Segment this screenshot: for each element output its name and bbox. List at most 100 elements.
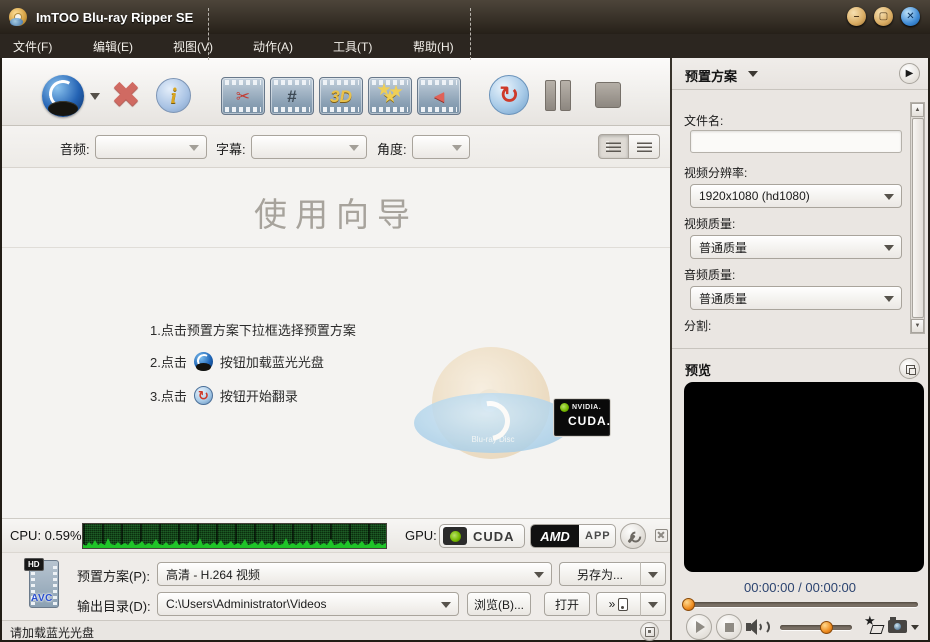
chapter-split-button[interactable]: # [270, 77, 314, 115]
gpu-label: GPU: [405, 528, 437, 543]
volume-icon[interactable] [746, 619, 770, 635]
clip-button[interactable]: ✂ [221, 77, 265, 115]
save-as-dropdown-button[interactable] [640, 562, 666, 586]
video-quality-select[interactable]: 普通质量 [690, 235, 902, 259]
nvidia-eye-icon [449, 530, 461, 542]
app-logo-icon [9, 8, 27, 26]
stop-button[interactable] [595, 82, 621, 108]
save-as-button[interactable]: 另存为... [559, 562, 640, 586]
stop-preview-button[interactable] [716, 614, 742, 640]
seek-knob[interactable] [682, 598, 695, 611]
gpu-settings-button[interactable] [620, 523, 646, 549]
start-rip-button[interactable]: ↻ [489, 75, 529, 115]
device-icon [618, 597, 629, 611]
chevron-down-icon [648, 601, 658, 613]
minimize-button[interactable]: – [847, 7, 866, 26]
transfer-dropdown-button[interactable] [640, 592, 666, 616]
3d-icon: 3D [330, 86, 352, 106]
volume-knob[interactable] [820, 621, 833, 634]
scroll-up-icon[interactable]: ▲ [911, 103, 924, 117]
chapter-icon: # [287, 86, 297, 106]
menu-help[interactable]: 帮助(H) [413, 38, 493, 55]
remove-button[interactable]: ✖ [104, 72, 148, 118]
preset-panel-title: 预置方案 [685, 69, 738, 84]
playback-time: 00:00:00 / 00:00:00 [743, 580, 857, 595]
settings-scrollbar[interactable]: ▲ ▼ [910, 102, 925, 334]
crop-button[interactable]: ◄ [417, 77, 461, 115]
load-bluray-disc-button[interactable] [42, 75, 84, 117]
status-bar: 请加载蓝光光盘 [2, 620, 670, 641]
wizard-step-3: 3.点击 ↻ 按钮开始翻录 [150, 386, 298, 405]
menu-file[interactable]: 文件(F) [13, 38, 93, 55]
play-button[interactable] [686, 614, 712, 640]
cpu-activity-meter [82, 523, 387, 549]
preset-select[interactable]: 高清 - H.264 视频 [157, 562, 552, 586]
maximize-button[interactable]: ▢ [874, 7, 893, 26]
snapshot-manage-icon[interactable]: ★ [864, 613, 884, 636]
detach-preview-button[interactable] [899, 358, 920, 379]
info-button[interactable]: i [156, 78, 191, 113]
open-button[interactable]: 打开 [544, 592, 590, 616]
bluray-logo-watermark: Blu-ray Disc [414, 393, 572, 453]
browse-button[interactable]: 浏览(B)... [467, 592, 531, 616]
resolution-select[interactable]: 1920x1080 (hd1080) [690, 184, 902, 208]
menu-tools[interactable]: 工具(T) [333, 38, 413, 55]
status-panel-toggle-icon[interactable] [640, 622, 659, 641]
subtitle-select[interactable] [251, 135, 367, 159]
3d-convert-button[interactable]: 3D [319, 77, 363, 115]
amd-app-toggle-badge[interactable]: AMD APP [530, 524, 616, 548]
seek-slider[interactable] [686, 602, 918, 607]
hd-avc-format-icon: HD AVC [24, 558, 64, 610]
scroll-down-icon[interactable]: ▼ [911, 319, 924, 333]
filename-input[interactable] [690, 130, 902, 153]
menu-view[interactable]: 视图(V) [173, 38, 253, 55]
snapshot-dropdown-icon[interactable] [911, 625, 919, 634]
stop-icon [724, 622, 734, 632]
nvidia-cuda-badge: NVIDIA. CUDA. [553, 398, 611, 437]
wizard-step-2: 2.点击 按钮加载蓝光光盘 [150, 352, 324, 371]
video-quality-label: 视频质量: [684, 217, 736, 231]
caret-down-icon[interactable] [748, 71, 758, 82]
effects-button[interactable]: ★ [368, 77, 412, 115]
status-message: 请加载蓝光光盘 [10, 626, 95, 640]
pause-button-bar2[interactable] [560, 80, 571, 111]
close-button[interactable]: ✕ [901, 7, 920, 26]
chevron-down-icon [884, 194, 894, 205]
app-window: ImTOO Blu-ray Ripper SE – ▢ ✕ 文件(F) 编辑(E… [0, 0, 930, 642]
load-bluray-dropdown-icon[interactable] [90, 93, 100, 105]
audio-quality-select[interactable]: 普通质量 [690, 286, 902, 310]
menu-edit[interactable]: 编辑(E) [93, 38, 173, 55]
scissors-icon: ✂ [235, 86, 251, 106]
subtitle-label: 字幕: [216, 142, 246, 157]
preview-video-area [684, 382, 924, 572]
collapse-panel-button[interactable]: ▶ [899, 63, 920, 84]
menu-action[interactable]: 动作(A) [253, 38, 333, 55]
menu-bar: 文件(F) 编辑(E) 视图(V) 动作(A) 工具(T) 帮助(H) [0, 34, 930, 58]
amd-logo: AMD [531, 525, 579, 547]
angle-select[interactable] [412, 135, 470, 159]
rip-icon: ↻ [193, 386, 213, 405]
close-performance-bar-icon[interactable] [655, 529, 668, 542]
performance-bar: CPU: 0.59% GPU: CUDA AMD APP [2, 518, 670, 552]
transfer-to-device-button[interactable]: » [596, 592, 640, 616]
audio-select[interactable] [95, 135, 207, 159]
title-bar: ImTOO Blu-ray Ripper SE – ▢ ✕ [0, 0, 930, 34]
output-dir-select[interactable]: C:\Users\Administrator\Videos [157, 592, 459, 616]
pause-button[interactable] [545, 80, 556, 111]
volume-slider[interactable] [780, 625, 852, 630]
camera-snapshot-icon[interactable] [888, 617, 907, 633]
chevron-down-icon [189, 145, 199, 156]
scrollbar-thumb[interactable] [911, 118, 924, 318]
detail-view-toggle[interactable] [598, 134, 629, 159]
crop-arrow-icon: ◄ [430, 86, 448, 106]
cpu-usage-label: CPU: 0.59% [10, 528, 82, 543]
wrench-icon [625, 528, 642, 545]
play-icon [696, 621, 705, 633]
chevron-down-icon [884, 245, 894, 256]
simple-view-toggle[interactable] [629, 134, 660, 159]
cuda-toggle-badge[interactable]: CUDA [439, 524, 525, 548]
wizard-area: 使用向导 1.点击预置方案下拉框选择预置方案 2.点击 按钮加载蓝光光盘 3.点… [2, 168, 670, 518]
resolution-label: 视频分辨率: [684, 166, 748, 180]
preset-panel: 预置方案 ▶ 文件名: 视频分辨率: 1920x1080 (hd1080) 视频… [670, 58, 928, 640]
divider [2, 247, 670, 248]
